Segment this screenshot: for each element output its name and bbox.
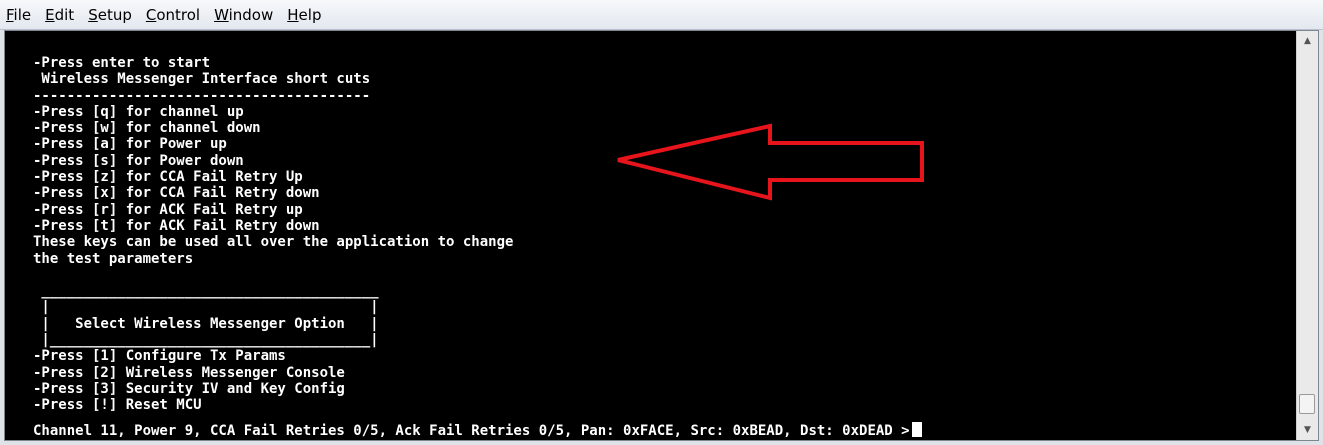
menu-edit[interactable]: Edit (45, 6, 74, 24)
vertical-scrollbar[interactable]: ▲ ▼ (1296, 31, 1318, 440)
scrollbar-thumb[interactable] (1299, 394, 1315, 414)
terminal-line: -Press [z] for CCA Fail Retry Up (33, 169, 303, 186)
terminal-line: | | (33, 299, 379, 316)
terminal-line: -Press [x] for CCA Fail Retry down (33, 185, 320, 202)
terminal-line: -Press [q] for channel up (33, 103, 244, 120)
status-prompt: Channel 11, Power 9, CCA Fail Retries 0/… (33, 422, 922, 440)
menu-file[interactable]: File (6, 6, 31, 24)
terminal-line: -Press [1] Configure Tx Params (33, 348, 286, 365)
terminal-line: Wireless Messenger Interface short cuts (33, 71, 371, 88)
scroll-down-icon[interactable]: ▼ (1297, 420, 1318, 440)
terminal-line: the test parameters (33, 250, 194, 267)
menu-setup[interactable]: Setup (88, 6, 132, 24)
terminal-line: | Select Wireless Messenger Option | (33, 315, 379, 332)
terminal-line: ---------------------------------------- (33, 87, 371, 104)
terminal-line: -Press [!] Reset MCU (33, 397, 202, 414)
terminal-line: These keys can be used all over the appl… (33, 234, 514, 251)
terminal-line: -Press enter to start (33, 55, 211, 71)
terminal-line: -Press [w] for channel down (33, 120, 261, 137)
terminal-line: -Press [2] Wireless Messenger Console (33, 364, 345, 381)
text-cursor (911, 422, 922, 437)
terminal-line: -Press [r] for ACK Fail Retry up (33, 201, 303, 218)
scroll-up-icon[interactable]: ▲ (1297, 31, 1318, 51)
terminal-line: -Press [3] Security IV and Key Config (33, 380, 345, 397)
terminal-line: |______________________________________| (33, 332, 379, 349)
terminal-line: -Press [a] for Power up (33, 136, 227, 153)
menu-bar: File Edit Setup Control Window Help (0, 0, 1323, 30)
terminal-line: ________________________________________ (33, 283, 379, 300)
menu-window[interactable]: Window (214, 6, 273, 24)
terminal-screen[interactable]: -Press enter to start Wireless Messenger… (4, 30, 1319, 441)
terminal-window: File Edit Setup Control Window Help -Pre… (0, 0, 1323, 445)
terminal-line: -Press [s] for Power down (33, 152, 244, 169)
menu-help[interactable]: Help (287, 6, 321, 24)
status-text: Channel 11, Power 9, CCA Fail Retries 0/… (33, 423, 910, 439)
terminal-line: -Press [t] for ACK Fail Retry down (33, 217, 320, 234)
menu-control[interactable]: Control (146, 6, 200, 24)
terminal-output: -Press enter to start Wireless Messenger… (33, 55, 1303, 414)
